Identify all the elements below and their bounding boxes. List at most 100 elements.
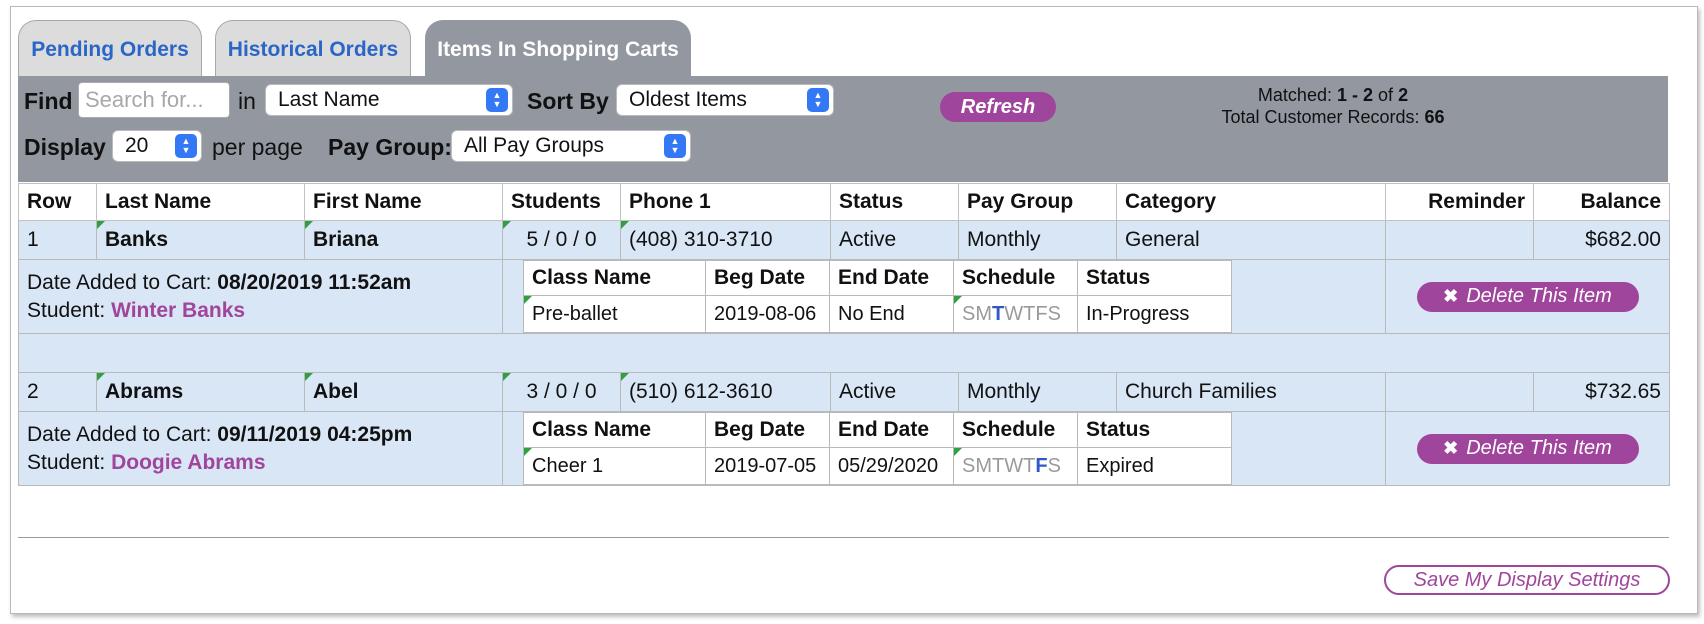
sub-header-beg-date: Beg Date xyxy=(705,260,830,296)
cell-status: Active xyxy=(830,372,959,412)
search-input[interactable] xyxy=(78,82,230,118)
sub-header-class-name: Class Name xyxy=(523,260,706,296)
cell-first-name[interactable]: Briana xyxy=(304,220,503,260)
date-added-value: 09/11/2019 04:25pm xyxy=(217,422,413,446)
pay-group-select[interactable]: All Pay Groups ▲ ▼ xyxy=(451,130,691,162)
table-row[interactable]: 1 Banks Briana 5 / 0 / 0 (408) 310-3710 … xyxy=(18,220,1670,260)
display-count-select[interactable]: 20 ▲ ▼ xyxy=(112,130,202,162)
matched-total: 2 xyxy=(1398,85,1409,105)
date-added-value: 08/20/2019 11:52am xyxy=(217,270,412,294)
col-header-first-name[interactable]: First Name xyxy=(304,183,503,221)
pay-group-label: Pay Group: xyxy=(328,134,452,160)
display-label: Display xyxy=(24,134,106,160)
schedule-day: T xyxy=(992,454,1005,477)
class-name[interactable]: Pre-ballet xyxy=(523,295,706,333)
schedule-day: T xyxy=(1023,302,1036,325)
student-name-link[interactable]: Winter Banks xyxy=(111,299,245,322)
class-detail-cell: Class Name Beg Date End Date Schedule St… xyxy=(502,259,1386,334)
class-status: In-Progress xyxy=(1077,295,1232,333)
col-header-last-name[interactable]: Last Name xyxy=(96,183,305,221)
class-status: Expired xyxy=(1077,447,1232,485)
sub-header-beg-date: Beg Date xyxy=(705,412,830,448)
sub-header-schedule: Schedule xyxy=(953,260,1078,296)
sub-header-end-date: End Date xyxy=(829,412,954,448)
select-chevron-icon: ▲ ▼ xyxy=(486,88,508,112)
delete-item-button[interactable]: ✖ Delete This Item xyxy=(1416,281,1639,312)
matched-value: 1 - 2 xyxy=(1336,85,1374,105)
col-header-students[interactable]: Students xyxy=(502,183,621,221)
search-field-select[interactable]: Last Name ▲ ▼ xyxy=(265,84,513,116)
cart-item-detail-row: Date Added to Cart: 09/11/2019 04:25pm S… xyxy=(18,411,1670,486)
shopping-cart-table: Row Last Name First Name Students Phone … xyxy=(18,183,1670,486)
date-added-label: Date Added to Cart: xyxy=(27,422,212,446)
save-display-settings-button[interactable]: Save My Display Settings xyxy=(1384,565,1670,595)
select-chevron-icon: ▲ ▼ xyxy=(807,88,829,112)
delete-cell: ✖ Delete This Item xyxy=(1385,411,1670,486)
cell-students[interactable]: 5 / 0 / 0 xyxy=(502,220,621,260)
sub-header-class-name: Class Name xyxy=(523,412,706,448)
col-header-phone[interactable]: Phone 1 xyxy=(620,183,831,221)
cell-pay-group: Monthly xyxy=(958,220,1117,260)
row-spacer xyxy=(18,333,1670,373)
total-records-value: 66 xyxy=(1424,107,1445,127)
col-header-row[interactable]: Row xyxy=(18,183,97,221)
match-summary: Matched: 1 - 2 of 2 Total Customer Recor… xyxy=(1188,84,1478,128)
schedule-day: M xyxy=(975,302,993,325)
close-x-icon: ✖ xyxy=(1443,286,1459,306)
schedule-day: T xyxy=(992,302,1005,325)
col-header-pay-group[interactable]: Pay Group xyxy=(958,183,1117,221)
sort-by-label: Sort By xyxy=(527,88,609,114)
col-header-balance[interactable]: Balance xyxy=(1533,183,1670,221)
divider xyxy=(18,537,1669,538)
class-row: Pre-ballet 2019-08-06 No End SMTWTFS In-… xyxy=(523,295,1232,333)
col-header-reminder[interactable]: Reminder xyxy=(1385,183,1534,221)
tab-items-in-shopping-carts[interactable]: Items In Shopping Carts xyxy=(425,20,691,78)
cell-last-name[interactable]: Banks xyxy=(96,220,305,260)
col-header-status[interactable]: Status xyxy=(830,183,959,221)
student-name-link[interactable]: Doogie Abrams xyxy=(111,451,265,474)
cell-category: Church Families xyxy=(1116,372,1386,412)
matched-label: Matched: xyxy=(1257,85,1332,105)
class-name[interactable]: Cheer 1 xyxy=(523,447,706,485)
class-schedule: SMTWTFS xyxy=(953,295,1078,333)
schedule-day: T xyxy=(1023,454,1036,477)
sub-header-schedule: Schedule xyxy=(953,412,1078,448)
class-detail-cell: Class Name Beg Date End Date Schedule St… xyxy=(502,411,1386,486)
cell-balance: $732.65 xyxy=(1533,372,1670,412)
cell-reminder xyxy=(1385,372,1534,412)
col-header-category[interactable]: Category xyxy=(1116,183,1386,221)
schedule-day: S xyxy=(1047,454,1061,477)
cell-last-name[interactable]: Abrams xyxy=(96,372,305,412)
tab-pending-orders[interactable]: Pending Orders xyxy=(18,20,202,78)
sub-header-status: Status xyxy=(1077,260,1232,296)
cell-students[interactable]: 3 / 0 / 0 xyxy=(502,372,621,412)
schedule-days: SMTWTFS xyxy=(962,303,1061,325)
display-count-value: 20 xyxy=(125,134,149,157)
date-added-label: Date Added to Cart: xyxy=(27,270,212,294)
schedule-day: M xyxy=(975,454,993,477)
schedule-day: W xyxy=(1004,454,1024,477)
class-row: Cheer 1 2019-07-05 05/29/2020 SMTWTFS Ex… xyxy=(523,447,1232,485)
cell-phone[interactable]: (510) 612-3610 xyxy=(620,372,831,412)
table-header-row: Row Last Name First Name Students Phone … xyxy=(18,183,1670,221)
cell-row-number: 2 xyxy=(18,372,97,412)
schedule-day: S xyxy=(1047,302,1061,325)
cell-phone[interactable]: (408) 310-3710 xyxy=(620,220,831,260)
cell-status: Active xyxy=(830,220,959,260)
cell-first-name[interactable]: Abel xyxy=(304,372,503,412)
cell-row-number: 1 xyxy=(18,220,97,260)
cart-item-info: Date Added to Cart: 08/20/2019 11:52am S… xyxy=(18,259,503,334)
table-row[interactable]: 2 Abrams Abel 3 / 0 / 0 (510) 612-3610 A… xyxy=(18,372,1670,412)
filter-toolbar: Find in Last Name ▲▼ Sort By Oldest Item… xyxy=(18,76,1668,182)
pay-group-value: All Pay Groups xyxy=(464,134,605,157)
schedule-day: F xyxy=(1035,454,1048,477)
delete-item-button[interactable]: ✖ Delete This Item xyxy=(1416,433,1639,464)
cell-balance: $682.00 xyxy=(1533,220,1670,260)
select-chevron-icon: ▲ ▼ xyxy=(664,134,686,158)
refresh-button[interactable]: Refresh xyxy=(940,92,1056,122)
in-label: in xyxy=(238,88,256,114)
student-label: Student: xyxy=(27,450,106,474)
student-label: Student: xyxy=(27,298,106,322)
tab-historical-orders[interactable]: Historical Orders xyxy=(215,20,411,78)
sort-by-select[interactable]: Oldest Items ▲ ▼ xyxy=(616,84,834,116)
